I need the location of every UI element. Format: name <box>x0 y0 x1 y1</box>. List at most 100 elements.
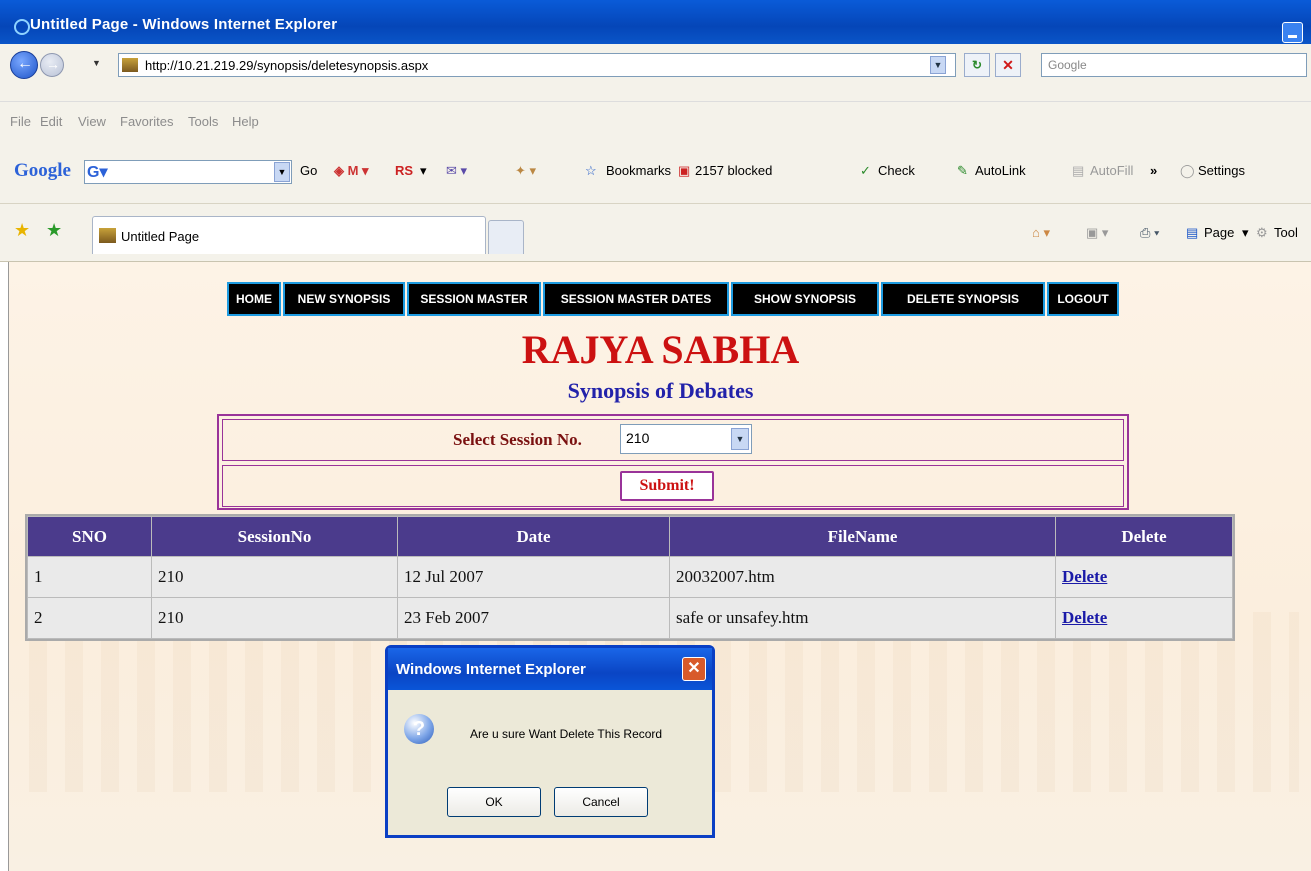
cell-sessionno: 210 <box>151 556 398 598</box>
autofill-button[interactable]: AutoFill <box>1090 163 1133 178</box>
tab-favicon-icon <box>99 228 116 243</box>
menu-bar: File Edit View Favorites Tools Help <box>0 102 1311 140</box>
dialog-title: Windows Internet Explorer <box>396 661 586 678</box>
cell-filename: safe or unsafey.htm <box>669 597 1056 639</box>
gmail-icon[interactable]: ◈ M ▾ <box>334 163 369 179</box>
cancel-button[interactable]: Cancel <box>554 787 648 817</box>
chevron-down-icon[interactable]: ▼ <box>731 428 749 450</box>
spellcheck-icon[interactable]: ✉ ▾ <box>446 163 467 179</box>
google-search-dropdown-icon[interactable]: ▼ <box>274 162 290 182</box>
stop-button[interactable]: ✕ <box>995 53 1021 77</box>
cell-date: 12 Jul 2007 <box>397 556 670 598</box>
table-row: 1 210 12 Jul 2007 20032007.htm Delete <box>27 556 1233 598</box>
delete-link[interactable]: Delete <box>1062 567 1107 586</box>
cell-sno: 1 <box>27 556 152 598</box>
address-input[interactable]: http://10.21.219.29/synopsis/deletesynop… <box>118 53 956 77</box>
tab-untitled-page[interactable]: Untitled Page <box>92 216 486 254</box>
print-icon[interactable]: ⎙ ▾ <box>1140 225 1159 241</box>
nav-logout[interactable]: LOGOUT <box>1047 282 1119 316</box>
session-label: Select Session No. <box>453 430 582 449</box>
nav-session-master-dates[interactable]: SESSION MASTER DATES <box>543 282 729 316</box>
menu-favorites[interactable]: Favorites <box>120 114 173 129</box>
col-header-sno: SNO <box>27 516 152 557</box>
address-dropdown-icon[interactable]: ▼ <box>930 56 946 74</box>
menu-file[interactable]: File <box>10 114 31 129</box>
tools-gear-icon: ⚙ <box>1256 225 1268 240</box>
search-input[interactable]: Google <box>1041 53 1307 77</box>
add-favorite-icon[interactable]: ★ <box>46 220 62 241</box>
address-toolbar: ▼ http://10.21.219.29/synopsis/deletesyn… <box>0 44 1311 102</box>
ie-logo-icon <box>14 19 30 35</box>
forward-button[interactable] <box>40 53 64 77</box>
popup-blocker-icon: ▣ <box>678 163 691 178</box>
session-select-value: 210 <box>626 430 650 446</box>
autolink-icon: ✎ <box>957 163 968 178</box>
refresh-button[interactable]: ↻ <box>964 53 990 77</box>
page-favicon-icon <box>122 58 138 72</box>
col-header-date: Date <box>397 516 670 557</box>
menu-tools[interactable]: Tools <box>188 114 218 129</box>
address-url[interactable]: http://10.21.219.29/synopsis/deletesynop… <box>145 58 428 73</box>
session-form: Select Session No. 210 ▼ Submit! <box>217 414 1129 510</box>
feeds-icon[interactable]: ▣ ▾ <box>1086 225 1108 241</box>
submit-row: Submit! <box>222 465 1124 507</box>
cell-sessionno: 210 <box>151 597 398 639</box>
home-icon[interactable]: ⌂ ▾ <box>1032 225 1050 241</box>
page-title: RAJYA SABHA <box>521 327 800 372</box>
page-subtitle: Synopsis of Debates <box>567 378 754 403</box>
rs-button[interactable]: RS <box>395 163 413 178</box>
table-row: 2 210 23 Feb 2007 safe or unsafey.htm De… <box>27 597 1233 639</box>
session-select[interactable]: 210 ▼ <box>620 424 752 454</box>
col-header-filename: FileName <box>669 516 1056 557</box>
dialog-title-bar[interactable]: Windows Internet Explorer ✕ <box>388 648 712 690</box>
nav-new-synopsis[interactable]: NEW SYNOPSIS <box>283 282 405 316</box>
autolink-button[interactable]: AutoLink <box>975 163 1026 178</box>
nav-show-synopsis[interactable]: SHOW SYNOPSIS <box>731 282 879 316</box>
bookmarks-button[interactable]: Bookmarks <box>606 163 671 178</box>
cell-filename: 20032007.htm <box>669 556 1056 598</box>
page-menu-button[interactable]: Page <box>1204 225 1234 240</box>
search-placeholder: Google <box>1048 58 1087 72</box>
back-button[interactable] <box>10 51 38 79</box>
cell-sno: 2 <box>27 597 152 639</box>
check-button[interactable]: Check <box>878 163 915 178</box>
menu-edit[interactable]: Edit <box>40 114 62 129</box>
google-logo: Google <box>14 160 71 181</box>
popup-blocked-count[interactable]: 2157 blocked <box>695 163 772 178</box>
ok-button[interactable]: OK <box>447 787 541 817</box>
settings-icon: ◯ <box>1180 163 1195 178</box>
dialog-message: Are u sure Want Delete This Record <box>470 727 663 741</box>
confirm-dialog: Windows Internet Explorer ✕ ? Are u sure… <box>385 645 715 838</box>
puzzle-icon[interactable]: ✦ ▾ <box>515 163 536 179</box>
page-menu-icon: ▤ <box>1186 225 1199 240</box>
google-toolbar: Google G▾ ▼ Go ◈ M ▾ RS ▾ ✉ ▾ ✦ ▾ ☆ Book… <box>0 140 1311 204</box>
cell-date: 23 Feb 2007 <box>397 597 670 639</box>
nav-session-master[interactable]: SESSION MASTER <box>407 282 541 316</box>
menu-help[interactable]: Help <box>232 114 259 129</box>
cell-delete: Delete <box>1055 597 1233 639</box>
favorites-star-icon[interactable]: ★ <box>14 220 30 241</box>
col-header-delete: Delete <box>1055 516 1233 557</box>
google-search-input[interactable]: G▾ <box>84 160 292 184</box>
nav-delete-synopsis[interactable]: DELETE SYNOPSIS <box>881 282 1045 316</box>
col-header-sessionno: SessionNo <box>151 516 398 557</box>
bookmarks-star-icon: ☆ <box>585 163 597 178</box>
submit-button[interactable]: Submit! <box>620 471 714 501</box>
check-icon: ✓ <box>860 163 871 178</box>
page-dropdown-icon[interactable]: ▾ <box>1242 225 1249 241</box>
history-dropdown-icon[interactable]: ▼ <box>92 58 101 68</box>
autofill-icon: ▤ <box>1072 163 1085 178</box>
dialog-close-button[interactable]: ✕ <box>682 657 706 681</box>
settings-button[interactable]: Settings <box>1198 163 1245 178</box>
google-go-button[interactable]: Go <box>300 163 317 178</box>
menu-view[interactable]: View <box>78 114 106 129</box>
nav-home[interactable]: HOME <box>227 282 281 316</box>
synopsis-grid: SNO SessionNo Date FileName Delete 1 210… <box>25 514 1235 641</box>
more-button[interactable]: » <box>1150 163 1157 178</box>
new-tab-button[interactable] <box>488 220 524 254</box>
rs-dropdown-icon[interactable]: ▾ <box>420 163 427 179</box>
delete-link[interactable]: Delete <box>1062 608 1107 627</box>
tools-menu-button[interactable]: Tool <box>1274 225 1298 240</box>
google-g-icon: G▾ <box>87 164 108 181</box>
minimize-button[interactable] <box>1282 22 1303 43</box>
